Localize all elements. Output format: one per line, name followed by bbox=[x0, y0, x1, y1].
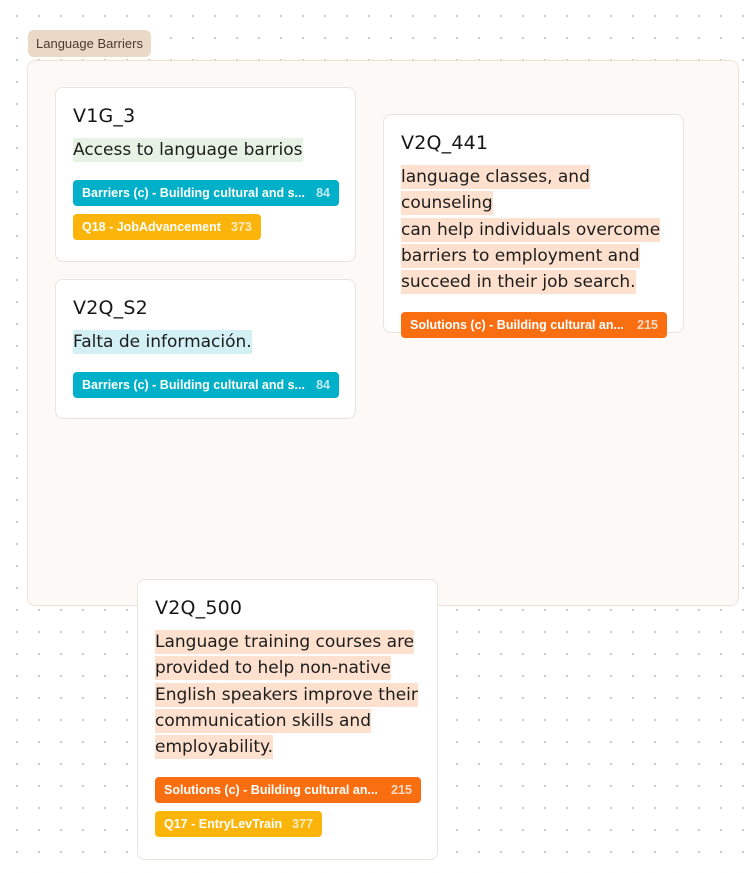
card-text: Falta de información. bbox=[73, 330, 252, 354]
code-tag[interactable]: Solutions (c) - Building cultural an... … bbox=[155, 777, 421, 804]
card-title: V2Q_441 bbox=[401, 132, 489, 154]
card-v2q-500[interactable]: V2Q_500 Language training courses are pro… bbox=[137, 579, 438, 860]
card-v2q-s2[interactable]: V2Q_S2 Falta de información. Barriers (c… bbox=[55, 279, 356, 419]
code-tag-count: 84 bbox=[316, 186, 330, 201]
code-tag-label: Solutions (c) - Building cultural an... bbox=[164, 783, 378, 798]
question-tag-label: Q18 - JobAdvancement bbox=[82, 220, 221, 235]
code-tag-count: 215 bbox=[391, 783, 412, 798]
card-text: language classes, and counseling can help… bbox=[401, 165, 661, 295]
question-tag[interactable]: Q18 - JobAdvancement 373 bbox=[73, 214, 261, 241]
card-title: V2Q_S2 bbox=[73, 297, 148, 319]
code-tag[interactable]: Barriers (c) - Building cultural and s..… bbox=[73, 372, 339, 399]
code-tag-label: Solutions (c) - Building cultural an... bbox=[410, 318, 624, 333]
code-tag[interactable]: Solutions (c) - Building cultural an... … bbox=[401, 312, 667, 339]
code-tag-label: Barriers (c) - Building cultural and s..… bbox=[82, 186, 305, 201]
group-label[interactable]: Language Barriers bbox=[28, 30, 151, 57]
card-text: Access to language barrios bbox=[73, 138, 303, 162]
card-title: V2Q_500 bbox=[155, 597, 243, 619]
card-v2q-441[interactable]: V2Q_441 language classes, and counseling… bbox=[383, 114, 684, 339]
card-title: V1G_3 bbox=[73, 105, 136, 127]
code-tag-count: 84 bbox=[316, 378, 330, 393]
question-tag-count: 377 bbox=[292, 817, 313, 832]
card-text: Language training courses are provided to… bbox=[155, 630, 418, 760]
code-tag-count: 215 bbox=[637, 318, 658, 333]
question-tag-count: 373 bbox=[230, 220, 252, 235]
card-v1g-3[interactable]: V1G_3 Access to language barrios Barrier… bbox=[55, 87, 356, 262]
question-tag[interactable]: Q17 - EntryLevTrain 377 bbox=[155, 811, 322, 838]
code-tag-label: Barriers (c) - Building cultural and s..… bbox=[82, 378, 305, 393]
question-tag-label: Q17 - EntryLevTrain bbox=[164, 817, 283, 832]
code-tag[interactable]: Barriers (c) - Building cultural and s..… bbox=[73, 180, 339, 207]
